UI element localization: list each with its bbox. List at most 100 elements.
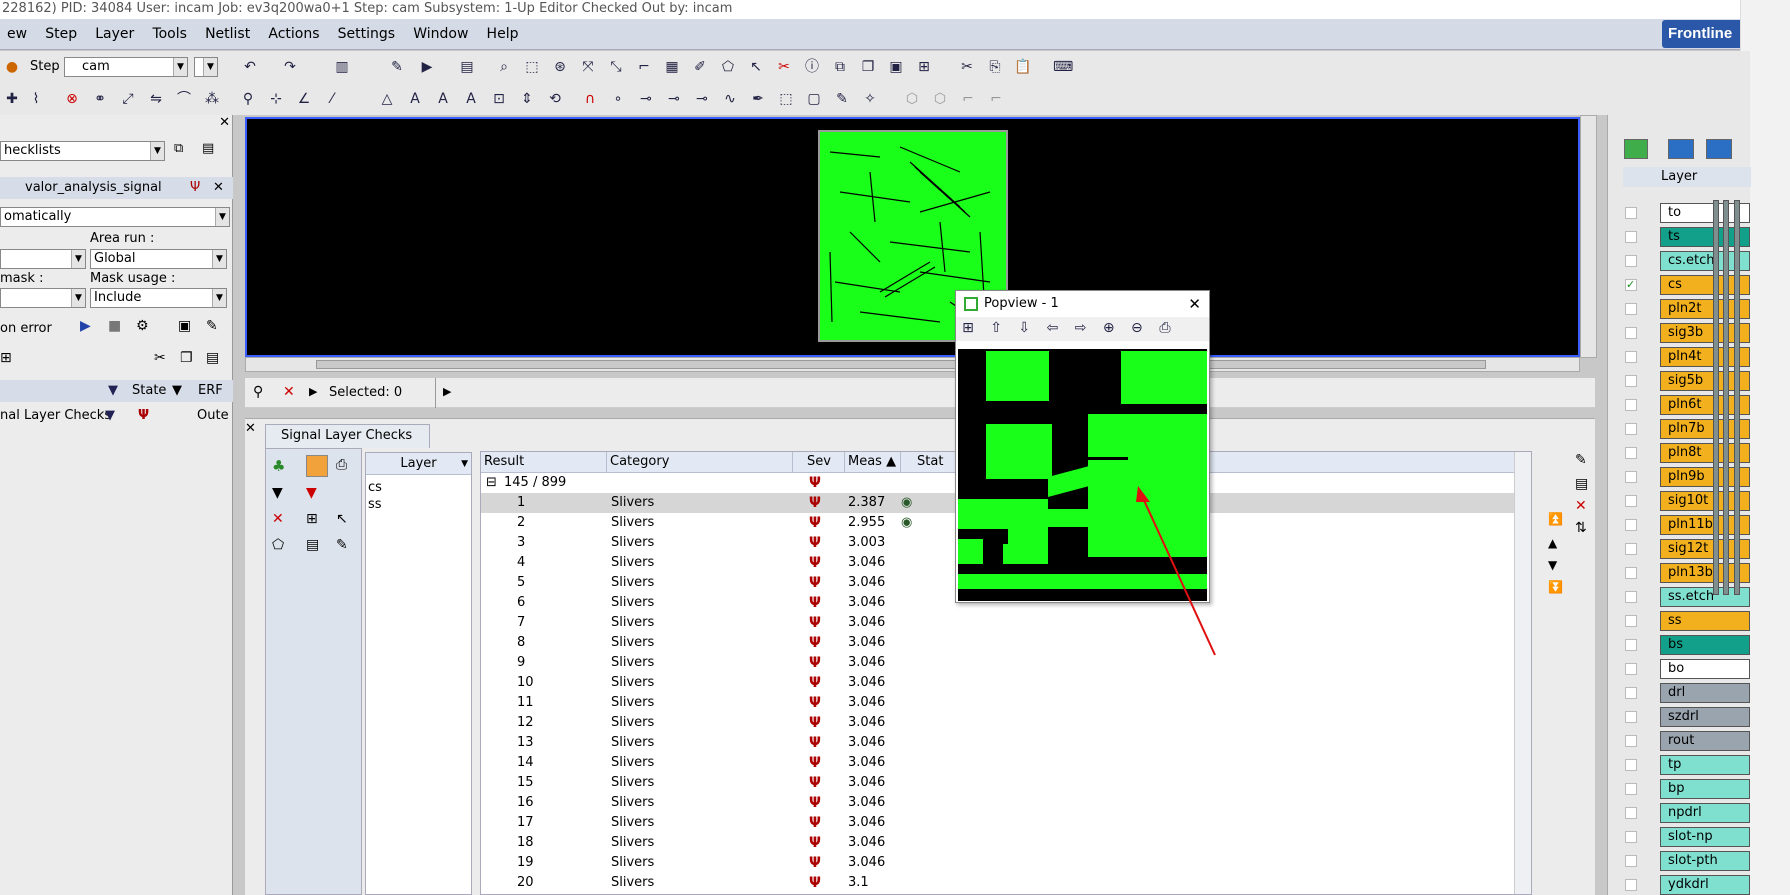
- layer-checkbox[interactable]: [1625, 663, 1637, 675]
- text-icon[interactable]: A: [406, 90, 424, 108]
- layer-checkbox[interactable]: [1625, 303, 1637, 315]
- connect-icon[interactable]: ⊸: [637, 90, 655, 108]
- net-icon[interactable]: ⊛: [551, 58, 569, 76]
- grid-icon[interactable]: ▦: [663, 58, 681, 76]
- table-row[interactable]: 13 Slivers Ψ 3.046: [481, 733, 1531, 753]
- layer-checkbox[interactable]: [1625, 471, 1637, 483]
- table-row[interactable]: 18 Slivers Ψ 3.046: [481, 833, 1531, 853]
- mask-usage-select[interactable]: Include ▼: [90, 288, 227, 308]
- arrow-right-icon[interactable]: ⇨: [1072, 319, 1090, 337]
- layer-checkbox[interactable]: ✓: [1625, 279, 1637, 291]
- layer-item[interactable]: tp: [1660, 755, 1750, 775]
- paint-icon[interactable]: [1668, 139, 1694, 159]
- layer-item[interactable]: bs: [1660, 635, 1750, 655]
- menu-view[interactable]: ew: [0, 19, 34, 50]
- duplicate-icon[interactable]: ⎘: [986, 58, 1004, 76]
- layer-item[interactable]: bo: [1660, 659, 1750, 679]
- collapse-icon[interactable]: ⊟: [486, 473, 497, 493]
- slash-icon[interactable]: ⁄: [323, 90, 341, 108]
- eye-icon[interactable]: ◉: [901, 513, 912, 533]
- col-category[interactable]: Category: [607, 452, 793, 473]
- analysis-row[interactable]: valor_analysis_signal Ψ ✕: [0, 177, 233, 199]
- graphic-vertical-scrollbar[interactable]: [1580, 115, 1597, 358]
- sort-icon[interactable]: ⇅: [1575, 520, 1587, 536]
- shape-edit-icon[interactable]: ⬚: [777, 90, 795, 108]
- layer-checkbox[interactable]: [1625, 783, 1637, 795]
- report-icon[interactable]: ▤: [458, 58, 476, 76]
- filter-icon[interactable]: ⊞: [0, 350, 12, 366]
- mask-select[interactable]: ▼: [0, 288, 86, 308]
- keyboard-icon[interactable]: ⌨: [1053, 58, 1073, 76]
- table-row[interactable]: 12 Slivers Ψ 3.046: [481, 713, 1531, 733]
- layout-icon[interactable]: ▥: [333, 58, 351, 76]
- select-area-icon[interactable]: ⬚: [523, 58, 541, 76]
- corner2-icon[interactable]: ⌐: [987, 90, 1005, 108]
- graphic-horizontal-scrollbar[interactable]: [245, 357, 1580, 372]
- undo-icon[interactable]: ↶: [241, 58, 259, 76]
- eye-icon[interactable]: ◉: [901, 493, 912, 513]
- run-icon[interactable]: ▶: [418, 58, 436, 76]
- cut-icon[interactable]: ✂: [154, 350, 166, 366]
- close-icon[interactable]: ✕: [1188, 291, 1201, 317]
- panel-icon[interactable]: ▣: [887, 58, 905, 76]
- col-sev[interactable]: Sev: [793, 452, 845, 473]
- cut-icon[interactable]: ✂: [775, 58, 793, 76]
- triangle-icon[interactable]: △: [378, 90, 396, 108]
- down-icon[interactable]: ▼: [1548, 558, 1557, 572]
- camera-icon[interactable]: ⎙: [336, 457, 347, 473]
- layer-item[interactable]: drl: [1660, 683, 1750, 703]
- menu-layer[interactable]: Layer: [88, 19, 141, 50]
- text-edit-icon[interactable]: A: [462, 90, 480, 108]
- globe-icon[interactable]: [1624, 139, 1648, 159]
- layer-checkbox[interactable]: [1625, 207, 1637, 219]
- layer-item[interactable]: ss: [1660, 611, 1750, 631]
- copy-icon[interactable]: ❐: [859, 58, 877, 76]
- pencil-icon[interactable]: ✎: [1575, 452, 1587, 468]
- redo-icon[interactable]: ↷: [281, 58, 299, 76]
- check-row[interactable]: nal Layer Checks ▼ Ψ Oute: [0, 405, 233, 427]
- edit-layers-icon[interactable]: ✎: [336, 537, 348, 553]
- step-select[interactable]: cam ▼: [64, 57, 188, 77]
- step-repeat-icon[interactable]: ⊞: [915, 58, 933, 76]
- zoom-out-icon[interactable]: ⊖: [1128, 319, 1146, 337]
- zoom-icon[interactable]: ⌕: [495, 58, 513, 76]
- run-mode-select[interactable]: omatically ▼: [0, 207, 230, 227]
- filter-remove-icon[interactable]: ▼: [306, 485, 317, 501]
- layer-checkbox[interactable]: [1625, 639, 1637, 651]
- tab-signal-layer-checks[interactable]: Signal Layer Checks: [265, 424, 430, 448]
- hook-icon[interactable]: ⌇: [27, 90, 45, 108]
- box-icon[interactable]: ⊡: [490, 90, 508, 108]
- route-icon[interactable]: ⌐: [635, 58, 653, 76]
- grid-select-icon[interactable]: ⊞: [306, 511, 318, 527]
- step-menu-button[interactable]: ▼: [194, 57, 218, 77]
- link-icon[interactable]: ⚭: [91, 90, 109, 108]
- layer-checkbox[interactable]: [1625, 879, 1637, 891]
- text-bold-icon[interactable]: A: [434, 90, 452, 108]
- table-row[interactable]: 14 Slivers Ψ 3.046: [481, 753, 1531, 773]
- corner-icon[interactable]: ⌐: [959, 90, 977, 108]
- layer-checkbox[interactable]: [1625, 567, 1637, 579]
- area-run-select[interactable]: Global ▼: [90, 249, 227, 269]
- layer-checkbox[interactable]: [1625, 711, 1637, 723]
- layers-icon[interactable]: ▤: [306, 537, 319, 553]
- connect2-icon[interactable]: ⊸: [665, 90, 683, 108]
- table-row[interactable]: 10 Slivers Ψ 3.046: [481, 673, 1531, 693]
- arrow-left-icon[interactable]: ⇦: [1043, 319, 1061, 337]
- state-header[interactable]: State: [132, 380, 166, 402]
- table-row[interactable]: 15 Slivers Ψ 3.046: [481, 773, 1531, 793]
- copy-icon[interactable]: ❐: [180, 350, 193, 366]
- layer-checkbox[interactable]: [1625, 327, 1637, 339]
- area-select[interactable]: ▼: [0, 249, 86, 269]
- layer-item[interactable]: ydkdrl: [1660, 875, 1750, 895]
- edit-icon[interactable]: ✐: [691, 58, 709, 76]
- layer-checkbox[interactable]: [1625, 735, 1637, 747]
- layer-checkbox[interactable]: [1625, 495, 1637, 507]
- move-icon[interactable]: ⇕: [518, 90, 536, 108]
- arrow-down-icon[interactable]: ⇩: [1015, 319, 1033, 337]
- layer-header[interactable]: Layer ▼: [366, 453, 471, 475]
- table-row[interactable]: 9 Slivers Ψ 3.046: [481, 653, 1531, 673]
- layer-checkbox[interactable]: [1625, 855, 1637, 867]
- tool-icon[interactable]: ⚲: [239, 90, 257, 108]
- erf-header[interactable]: ERF: [198, 380, 223, 402]
- arc-icon[interactable]: ⌒: [175, 90, 193, 108]
